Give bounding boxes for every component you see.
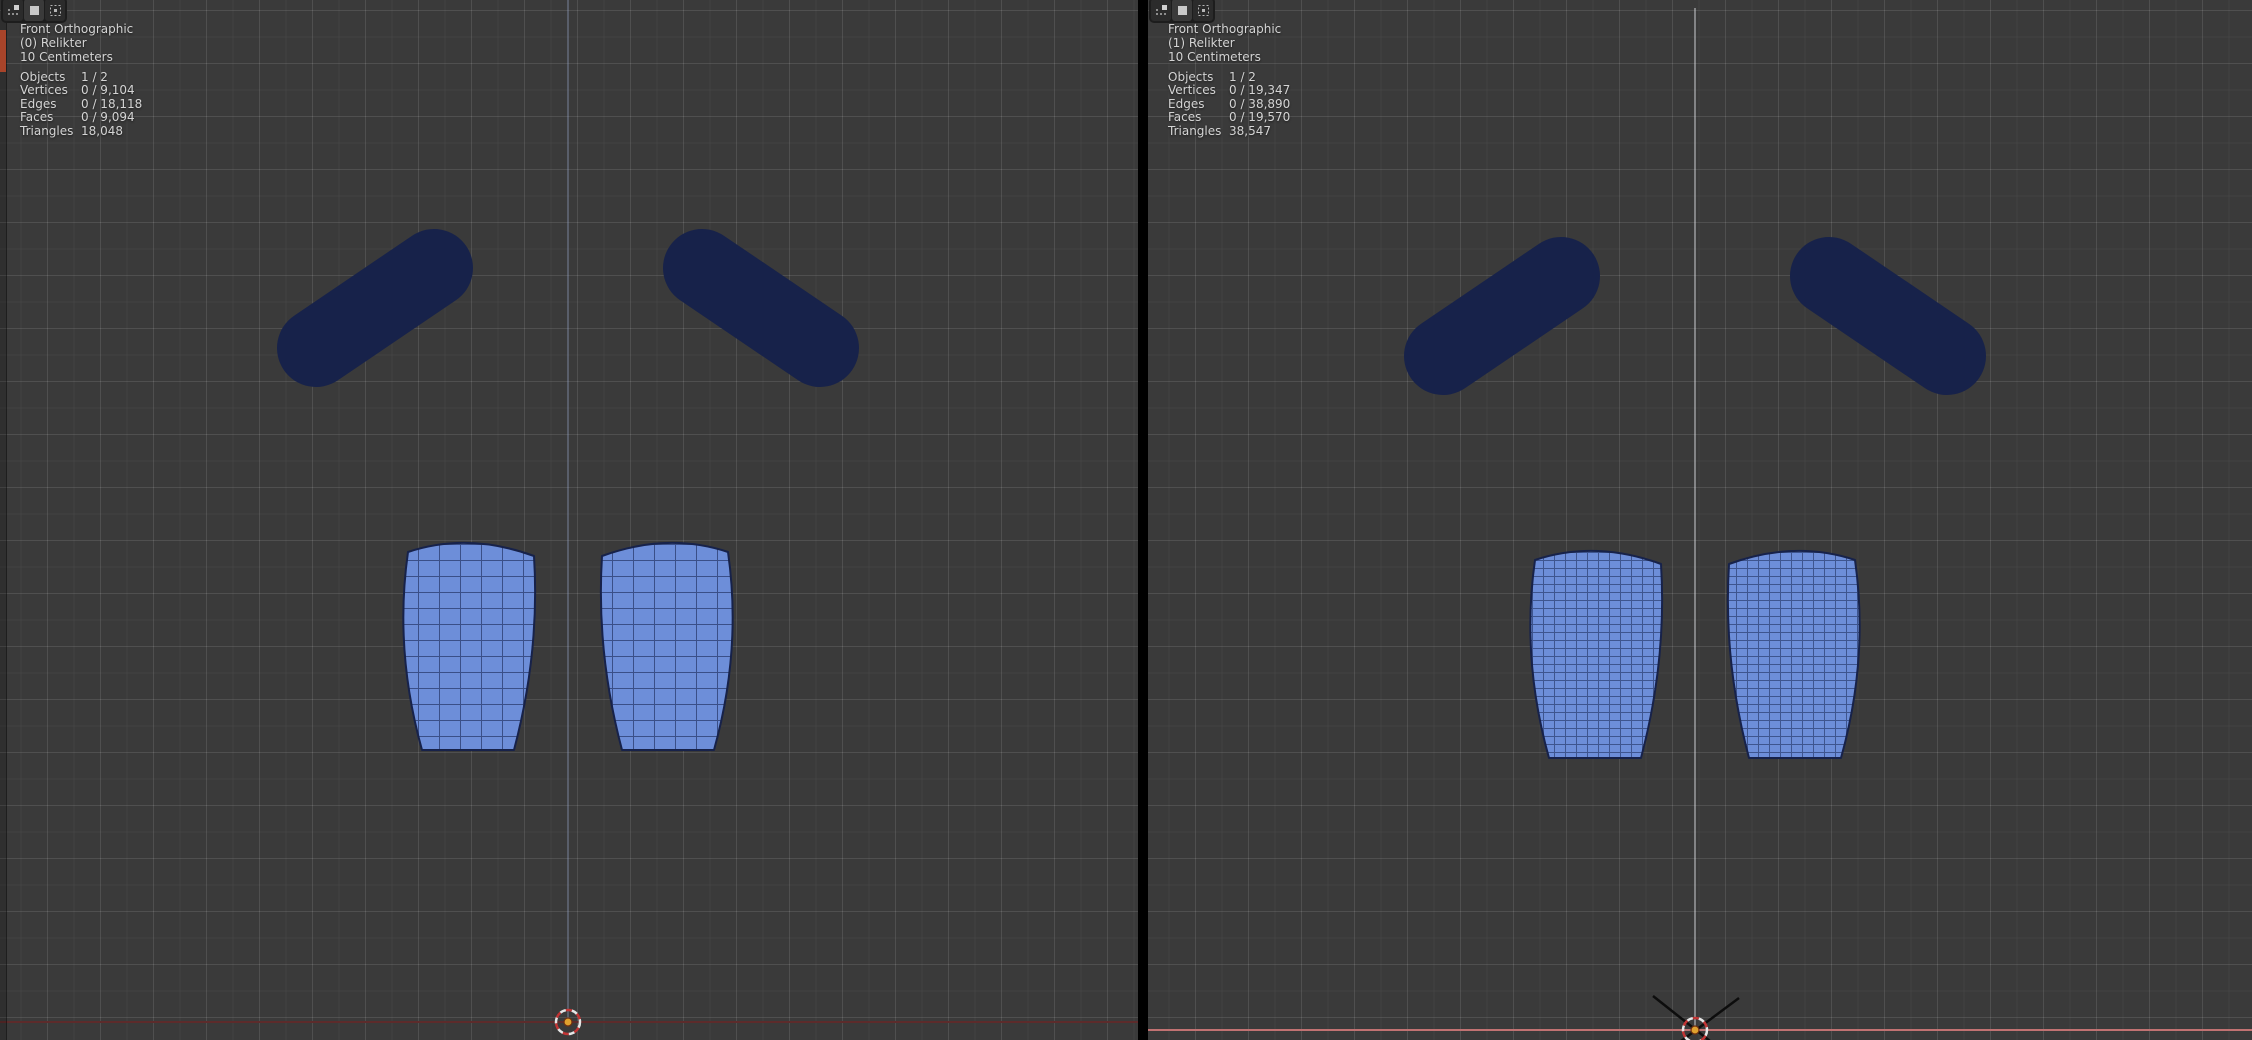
box-select-icon[interactable]: [1193, 0, 1213, 21]
model-side-back[interactable]: [1404, 237, 1664, 759]
stat-row: Triangles 18,048: [20, 123, 123, 138]
viewport-3d-left[interactable]: Front Orthographic (0) Relikter 10 Centi…: [0, 0, 1138, 1040]
box-select-icon[interactable]: [45, 0, 65, 21]
viewport-3d-right[interactable]: Front Orthographic (1) Relikter 10 Centi…: [1148, 0, 2252, 1040]
stat-row: Triangles 38,547: [1168, 123, 1271, 138]
stat-row: Edges 0 / 18,118: [20, 96, 143, 111]
model-leg[interactable]: [1529, 549, 1664, 759]
face-select-icon[interactable]: [1172, 0, 1192, 21]
select-mode-toolbar-right: [1149, 0, 1215, 23]
vertex-select-icon[interactable]: [3, 0, 23, 21]
object-name: (1) Relikter: [1168, 36, 1235, 50]
stat-row: Faces 0 / 19,570: [1168, 110, 1291, 125]
view-name: Front Orthographic: [1168, 22, 1282, 36]
model-side-back-mirror[interactable]: [601, 268, 820, 750]
active-tool-accent: [0, 30, 6, 72]
viewport-hud-left: Front Orthographic (0) Relikter 10 Centi…: [20, 22, 133, 64]
3d-canvas-right[interactable]: [1148, 8, 2252, 1040]
left-crop-strip: [0, 0, 7, 1040]
viewport-divider: [1138, 0, 1148, 1040]
model-leg[interactable]: [402, 541, 537, 751]
view-name: Front Orthographic: [20, 22, 134, 36]
stats-table-left: Objects 1 / 2 Vertices 0 / 9,104 Edges 0 / …: [20, 70, 143, 138]
stat-row: Vertices 0 / 9,104: [20, 83, 135, 98]
stat-row: Faces 0 / 9,094: [20, 110, 135, 125]
stats-table-right: Objects 1 / 2 Vertices 0 / 19,347 Edges 0 /…: [1168, 70, 1291, 138]
vertex-select-icon[interactable]: [1151, 0, 1171, 21]
grid-scale: 10 Centimeters: [20, 50, 113, 64]
face-select-icon[interactable]: [24, 0, 44, 21]
stat-row: Edges 0 / 38,890: [1168, 96, 1291, 111]
viewport-hud-right: Front Orthographic (1) Relikter 10 Centi…: [1168, 22, 1281, 64]
model-side-back[interactable]: [277, 229, 537, 751]
3d-canvas-left[interactable]: [0, 0, 1138, 1040]
screenshot-root: Front Orthographic (0) Relikter 10 Centi…: [0, 0, 2252, 1040]
object-name: (0) Relikter: [20, 36, 87, 50]
select-mode-toolbar-left: [1, 0, 67, 23]
grid-scale: 10 Centimeters: [1168, 50, 1261, 64]
stat-row: Vertices 0 / 19,347: [1168, 83, 1291, 98]
model-arm[interactable]: [1404, 237, 1600, 395]
model-side-back-mirror[interactable]: [1728, 276, 1947, 758]
model-arm[interactable]: [277, 229, 473, 387]
